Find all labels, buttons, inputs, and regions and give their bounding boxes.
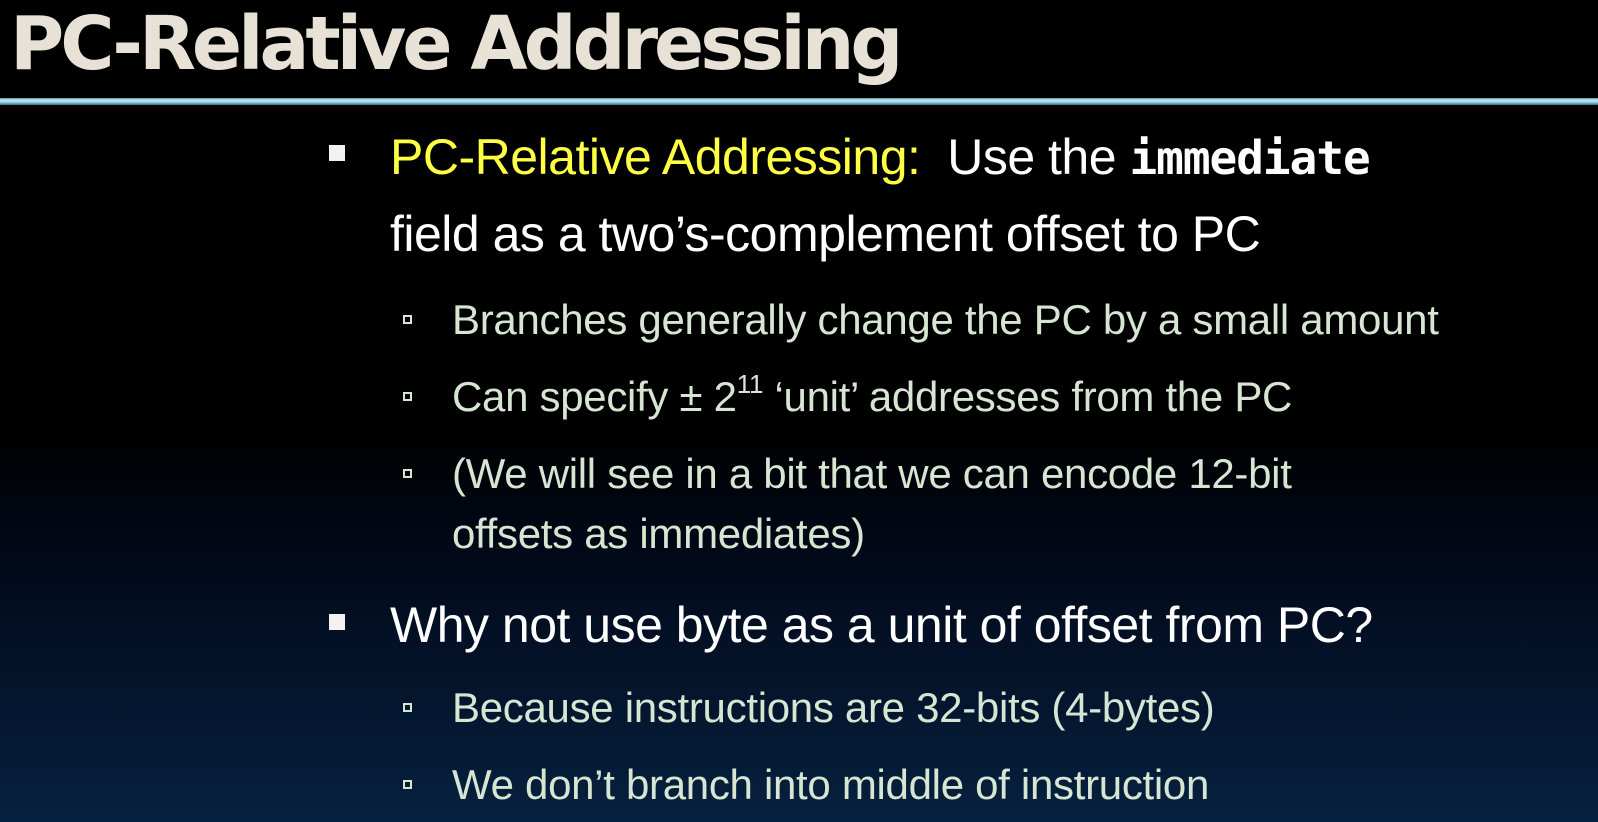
sub-bullet-marker-2 (403, 392, 412, 401)
sub-bullet-2-prefix: Can specify (452, 373, 669, 420)
sub-bullet-marker-5 (403, 780, 412, 789)
bullet-2-line-1: Why not use byte as a unit of offset fro… (390, 597, 1373, 653)
slide: PC-Relative Addressing PC-Relative Addre… (0, 0, 1598, 822)
sub-bullet-2-suffix: ‘unit’ addresses from the PC (774, 373, 1293, 420)
sub-bullet-1: Branches generally change the PC by a sm… (452, 296, 1439, 343)
bullet-1-line-2: field as a two’s-complement offset to PC (390, 206, 1261, 262)
bullet-square-1 (329, 145, 345, 161)
bullet-1-line-1: PC-Relative Addressing: Use the immediat… (390, 118, 1371, 197)
sub-bullet-marker-3 (403, 469, 412, 478)
bullet-1-text: Use the (947, 129, 1117, 185)
sub-bullet-3-line-2: offsets as immediates) (452, 510, 865, 557)
slide-body: PC-Relative Addressing: Use the immediat… (0, 0, 1598, 822)
bullet-1-code: immediate (1129, 131, 1370, 185)
plus-minus-symbol: ± (679, 373, 703, 420)
power-base: 2 (713, 373, 737, 420)
power-exponent: 11 (736, 369, 764, 399)
bullet-1-label: PC-Relative Addressing: (390, 129, 921, 185)
bullet-square-2 (329, 614, 345, 630)
sub-bullet-2: Can specify ± 211 ‘unit’ addresses from … (452, 367, 1292, 427)
sub-bullet-4: Because instructions are 32-bits (4-byte… (452, 684, 1215, 731)
sub-bullet-marker-1 (403, 315, 412, 324)
sub-bullet-5: We don’t branch into middle of instructi… (452, 761, 1210, 808)
sub-bullet-3-line-1: (We will see in a bit that we can encode… (452, 450, 1292, 497)
sub-bullet-marker-4 (403, 703, 412, 712)
